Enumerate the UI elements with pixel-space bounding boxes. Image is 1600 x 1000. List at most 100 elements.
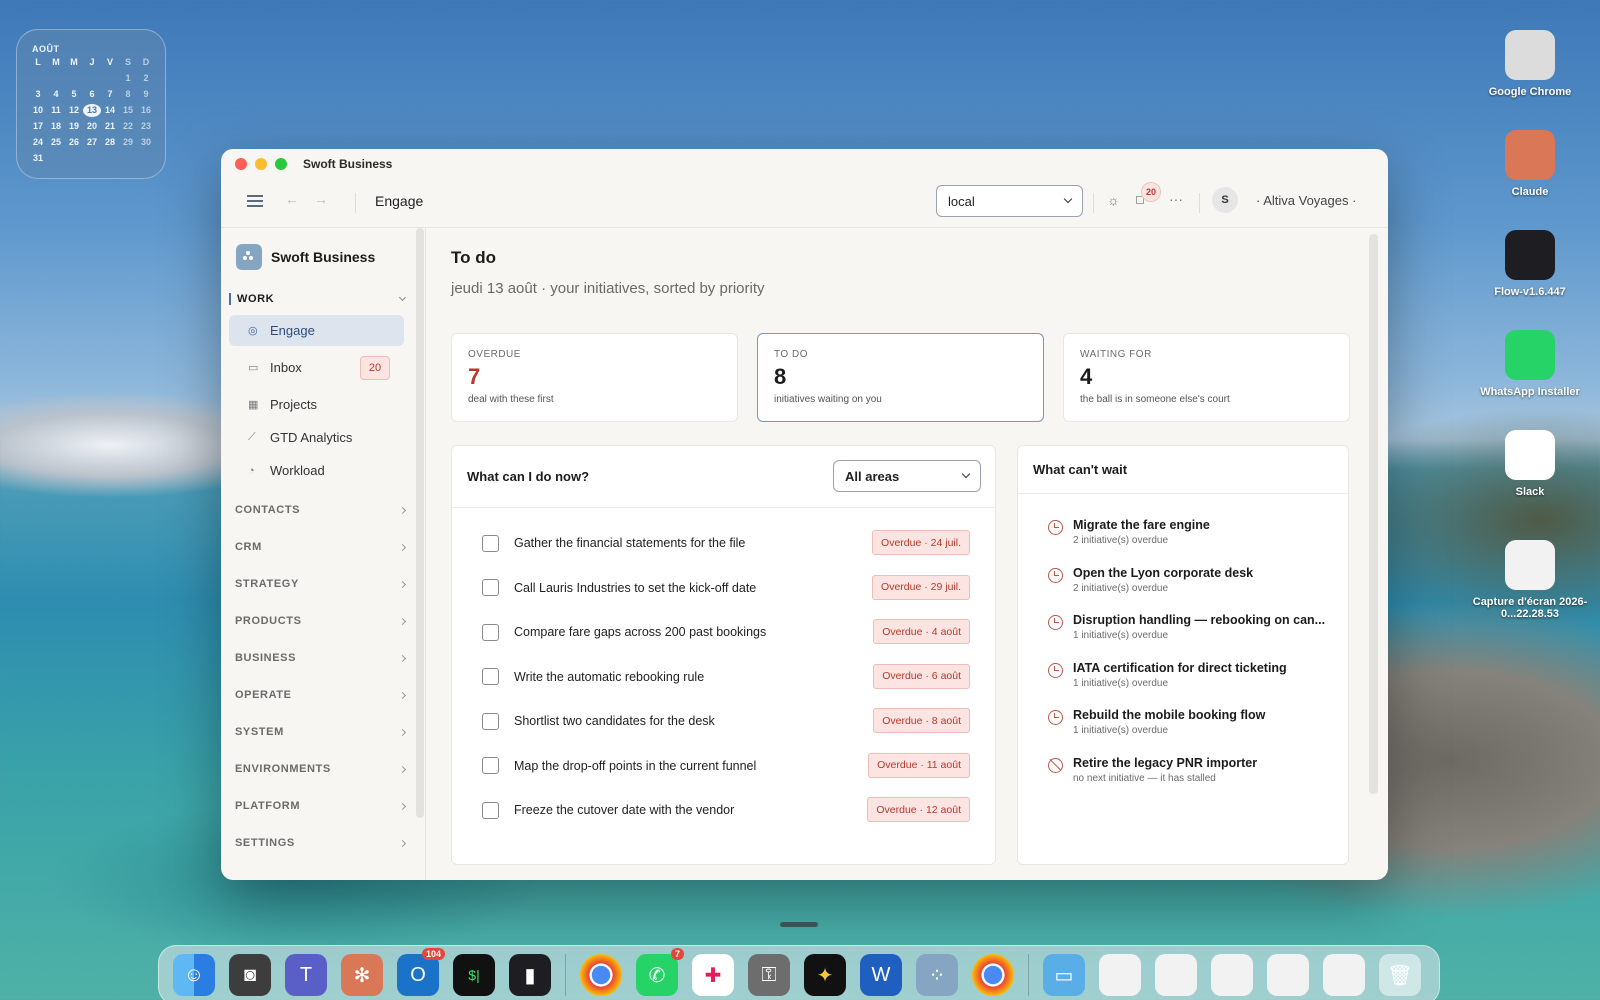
urgent-item[interactable]: IATA certification for direct ticketing 1… xyxy=(1048,661,1328,689)
calendar-day[interactable]: 19 xyxy=(65,120,83,133)
calendar-day[interactable] xyxy=(47,72,65,85)
calendar-day[interactable]: 11 xyxy=(47,104,65,117)
section-contacts[interactable]: CONTACTS xyxy=(235,504,407,516)
section-work[interactable]: WORK xyxy=(229,293,407,305)
task-row[interactable]: Gather the financial statements for the … xyxy=(482,530,970,555)
folder-icon[interactable]: ▭ xyxy=(1043,954,1085,996)
calendar-day[interactable] xyxy=(83,72,101,85)
calendar-day[interactable] xyxy=(29,72,47,85)
word-icon[interactable]: W xyxy=(860,954,902,996)
task-checkbox[interactable] xyxy=(482,712,499,730)
flow-icon[interactable]: ▮ xyxy=(509,954,551,996)
section-operate[interactable]: OPERATE xyxy=(235,689,407,701)
teams-icon[interactable]: T xyxy=(285,954,327,996)
back-arrow-icon[interactable]: ← xyxy=(285,191,299,207)
calendar-day[interactable]: 1 xyxy=(119,72,137,85)
sidebar-item-gtd-analytics[interactable]: ⟋ GTD Analytics xyxy=(229,422,404,453)
area-filter-select[interactable]: All areas xyxy=(833,460,981,492)
organization-switcher[interactable]: · Altiva Voyages · xyxy=(1256,193,1356,208)
calendar-day[interactable]: 28 xyxy=(101,136,119,149)
outlook-icon[interactable]: O 104 xyxy=(397,948,445,996)
task-row[interactable]: Freeze the cutover date with the vendor O… xyxy=(482,797,970,822)
task-row[interactable]: Shortlist two candidates for the desk Ove… xyxy=(482,708,970,733)
calendar-day[interactable] xyxy=(83,152,101,165)
calendar-day[interactable]: 15 xyxy=(119,104,137,117)
calendar-day[interactable]: 26 xyxy=(65,136,83,149)
window-preview-icon[interactable] xyxy=(1211,954,1253,996)
desktop-icon[interactable]: Claude xyxy=(1470,130,1590,198)
window-preview-icon[interactable] xyxy=(1155,954,1197,996)
trash-icon[interactable]: 🗑 xyxy=(1379,954,1421,996)
whatsapp-icon[interactable]: ✆ 7 xyxy=(636,948,684,996)
calendar-day[interactable]: 23 xyxy=(137,120,155,133)
slack-icon[interactable]: ✚ xyxy=(692,954,734,996)
claude-icon[interactable]: ✻ xyxy=(341,954,383,996)
menu-icon[interactable] xyxy=(247,195,263,207)
swoft-icon[interactable]: ⁘ xyxy=(916,954,958,996)
task-checkbox[interactable] xyxy=(482,757,499,774)
calendar-day[interactable]: 4 xyxy=(47,88,65,101)
calendar-day[interactable]: 20 xyxy=(83,120,101,133)
task-checkbox[interactable] xyxy=(482,579,499,596)
section-settings[interactable]: SETTINGS xyxy=(235,837,407,849)
calendar-day[interactable]: 5 xyxy=(65,88,83,101)
task-checkbox[interactable] xyxy=(482,534,499,552)
calendar-day[interactable] xyxy=(101,72,119,85)
sidebar-item-engage[interactable]: ◎ Engage xyxy=(229,315,404,346)
calendar-day[interactable]: 21 xyxy=(101,120,119,133)
task-row[interactable]: Map the drop-off points in the current f… xyxy=(482,752,970,778)
brand[interactable]: Swoft Business xyxy=(236,244,375,270)
finder-icon[interactable]: ☺ xyxy=(173,954,215,996)
calendar-day[interactable]: 12 xyxy=(65,104,83,117)
window-preview-icon[interactable] xyxy=(1323,954,1365,996)
keychain-icon[interactable]: ⚿ xyxy=(748,954,790,996)
main-scrollbar[interactable] xyxy=(1369,234,1378,794)
calendar-day[interactable]: 25 xyxy=(47,136,65,149)
calendar-day[interactable]: 29 xyxy=(119,136,137,149)
urgent-item[interactable]: Rebuild the mobile booking flow 1 initiat… xyxy=(1048,708,1328,736)
calendar-day[interactable] xyxy=(47,152,65,165)
sidebar-item-workload[interactable]: ◔ Workload xyxy=(229,455,404,486)
forward-arrow-icon[interactable]: → xyxy=(314,191,328,207)
desktop-icon[interactable]: Capture d'écran 2026-0...22.28.53 xyxy=(1470,540,1590,620)
task-row[interactable]: Compare fare gaps across 200 past bookin… xyxy=(482,619,970,644)
task-row[interactable]: Call Lauris Industries to set the kick-o… xyxy=(482,574,970,600)
calendar-day[interactable]: 18 xyxy=(47,120,65,133)
calendar-day[interactable]: 9 xyxy=(137,88,155,101)
stat-card-waiting-for[interactable]: WAITING FOR 4 the ball is in someone else'… xyxy=(1063,333,1350,422)
section-products[interactable]: PRODUCTS xyxy=(235,615,407,627)
desktop-icon[interactable]: Flow-v1.6.447 xyxy=(1470,230,1590,298)
sidebar-item-inbox[interactable]: ▭ Inbox 20 xyxy=(229,352,404,383)
stat-card-to-do[interactable]: TO DO 8 initiatives waiting on you xyxy=(757,333,1044,422)
zoom-window-button[interactable] xyxy=(275,158,287,170)
task-checkbox[interactable] xyxy=(482,801,499,819)
avatar[interactable]: S xyxy=(1212,187,1238,213)
calendar-day[interactable]: 16 xyxy=(137,104,155,117)
calendar-day[interactable] xyxy=(65,152,83,165)
calendar-day[interactable]: 3 xyxy=(29,88,47,101)
task-checkbox[interactable] xyxy=(482,668,499,685)
calendar-day[interactable]: 13 xyxy=(83,104,101,117)
calendar-day[interactable]: 27 xyxy=(83,136,101,149)
urgent-item[interactable]: Retire the legacy PNR importer no next in… xyxy=(1048,756,1328,784)
section-environments[interactable]: ENVIRONMENTS xyxy=(235,763,407,775)
stat-card-overdue[interactable]: OVERDUE 7 deal with these first xyxy=(451,333,738,422)
section-system[interactable]: SYSTEM xyxy=(235,726,407,738)
task-row[interactable]: Write the automatic rebooking rule Overdu… xyxy=(482,663,970,689)
sidebar-scrollbar[interactable] xyxy=(416,228,424,818)
desktop-icon[interactable]: Google Chrome xyxy=(1470,30,1590,98)
calendar-day[interactable] xyxy=(65,72,83,85)
window-preview-icon[interactable] xyxy=(1099,954,1141,996)
calendar-day[interactable] xyxy=(119,152,137,165)
calendar-day[interactable] xyxy=(137,152,155,165)
minimize-window-button[interactable] xyxy=(255,158,267,170)
desktop-icon[interactable]: WhatsApp Installer xyxy=(1470,330,1590,398)
calendar-day[interactable] xyxy=(101,152,119,165)
more-icon[interactable]: ··· xyxy=(1169,191,1183,207)
password-app-icon[interactable]: ✦ xyxy=(804,954,846,996)
environment-select[interactable]: local xyxy=(936,185,1083,217)
close-window-button[interactable] xyxy=(235,158,247,170)
chrome-profile-icon[interactable] xyxy=(972,954,1014,996)
section-strategy[interactable]: STRATEGY xyxy=(235,578,407,590)
sidebar-item-projects[interactable]: ▦ Projects xyxy=(229,389,404,420)
